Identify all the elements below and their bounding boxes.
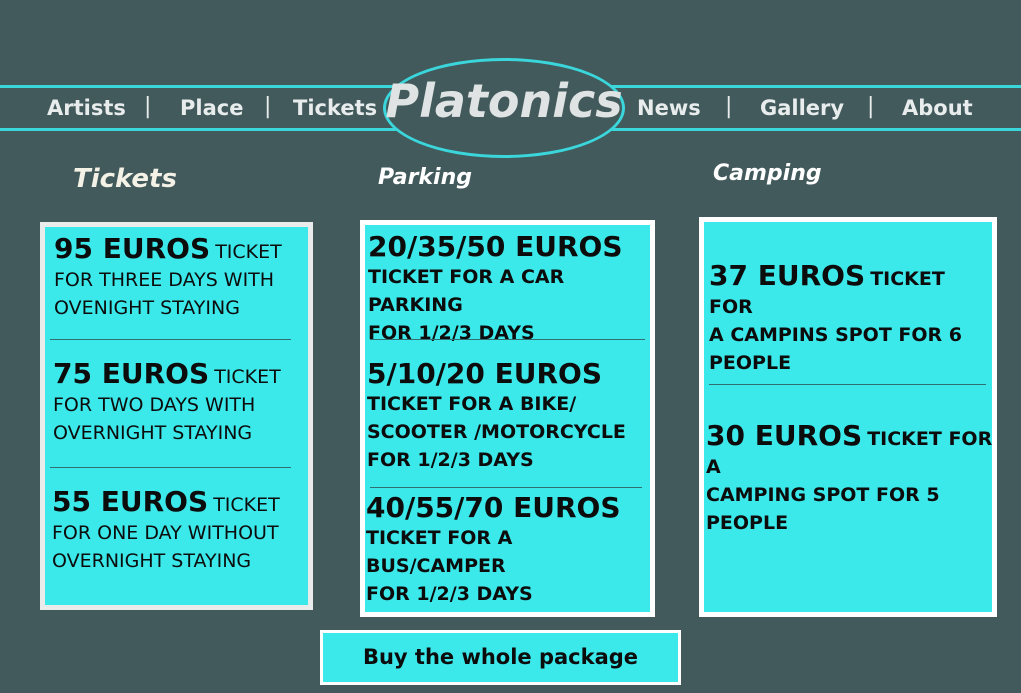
ticket-desc: OVENIGHT STAYING	[54, 297, 240, 319]
parking-title: Parking	[378, 165, 472, 190]
parking-price: 20/35/50 EUROS	[368, 230, 623, 263]
divider	[709, 384, 986, 385]
nav-artists[interactable]: Artists	[47, 96, 126, 120]
parking-box: 20/35/50 EUROS TICKET FOR A CAR PARKING …	[360, 220, 655, 617]
ticket-price: 55 EUROS	[52, 485, 209, 518]
camping-price: 37 EUROS	[709, 259, 866, 292]
parking-desc: TICKET FOR A BIKE/	[367, 393, 577, 415]
ticket-desc: OVERNIGHT STAYING	[52, 550, 252, 572]
camping-desc: CAMPING SPOT FOR 5	[706, 484, 940, 506]
nav-news[interactable]: News	[637, 96, 701, 120]
parking-desc: TICKET FOR A CAR PARKING	[368, 266, 565, 316]
buy-package-button[interactable]: Buy the whole package	[320, 630, 681, 685]
nav-separator: |	[144, 94, 152, 119]
ticket-entry: 75 EUROS TICKET FOR TWO DAYS WITH OVERNI…	[53, 358, 303, 447]
camping-title: Camping	[713, 161, 822, 186]
divider	[370, 339, 645, 340]
camping-box: 37 EUROS TICKET FOR A CAMPINS SPOT FOR 6…	[699, 217, 997, 617]
parking-price: 5/10/20 EUROS	[367, 357, 603, 390]
camping-entry: 37 EUROS TICKET FOR A CAMPINS SPOT FOR 6…	[709, 260, 994, 377]
divider	[370, 487, 642, 488]
nav-place[interactable]: Place	[180, 96, 243, 120]
ticket-desc: FOR TWO DAYS WITH	[53, 394, 256, 416]
parking-price: 40/55/70 EUROS	[366, 491, 621, 524]
nav-tickets[interactable]: Tickets	[293, 96, 377, 120]
camping-desc: A CAMPINS SPOT FOR 6	[709, 324, 963, 346]
nav-separator: |	[264, 94, 272, 119]
ticket-price: 75 EUROS	[53, 357, 210, 390]
ticket-desc: OVERNIGHT STAYING	[53, 422, 253, 444]
site-logo[interactable]: Platonics	[383, 74, 625, 128]
parking-entry: 5/10/20 EUROS TICKET FOR A BIKE/ SCOOTER…	[367, 358, 652, 474]
parking-desc: FOR 1/2/3 DAYS	[368, 322, 535, 344]
nav-gallery[interactable]: Gallery	[760, 96, 844, 120]
ticket-desc: FOR ONE DAY WITHOUT	[52, 522, 279, 544]
camping-price: 30 EUROS	[706, 419, 863, 452]
divider	[50, 467, 291, 468]
parking-desc: FOR 1/2/3 DAYS	[366, 583, 533, 605]
parking-desc: SCOOTER /MOTORCYCLE	[367, 421, 626, 443]
ticket-entry: 55 EUROS TICKET FOR ONE DAY WITHOUT OVER…	[52, 486, 307, 575]
nav-about[interactable]: About	[902, 96, 973, 120]
parking-desc: FOR 1/2/3 DAYS	[367, 449, 534, 471]
tickets-title: Tickets	[73, 164, 177, 194]
ticket-entry: 95 EUROS TICKET FOR THREE DAYS WITH OVEN…	[54, 233, 304, 322]
camping-desc: PEOPLE	[709, 352, 792, 374]
camping-entry: 30 EUROS TICKET FOR A CAMPING SPOT FOR 5…	[706, 420, 996, 537]
ticket-price: 95 EUROS	[54, 232, 211, 265]
divider	[50, 339, 291, 340]
nav-separator: |	[725, 94, 733, 119]
ticket-label: TICKET	[213, 494, 280, 516]
camping-desc: PEOPLE	[706, 512, 789, 534]
tickets-box: 95 EUROS TICKET FOR THREE DAYS WITH OVEN…	[40, 222, 313, 610]
parking-desc: TICKET FOR A BUS/CAMPER	[366, 527, 513, 577]
parking-entry: 40/55/70 EUROS TICKET FOR A BUS/CAMPER F…	[366, 492, 651, 608]
ticket-desc: FOR THREE DAYS WITH	[54, 269, 275, 291]
ticket-label: TICKET	[215, 241, 282, 263]
ticket-label: TICKET	[214, 366, 281, 388]
nav-separator: |	[867, 94, 875, 119]
parking-entry: 20/35/50 EUROS TICKET FOR A CAR PARKING …	[368, 231, 653, 347]
